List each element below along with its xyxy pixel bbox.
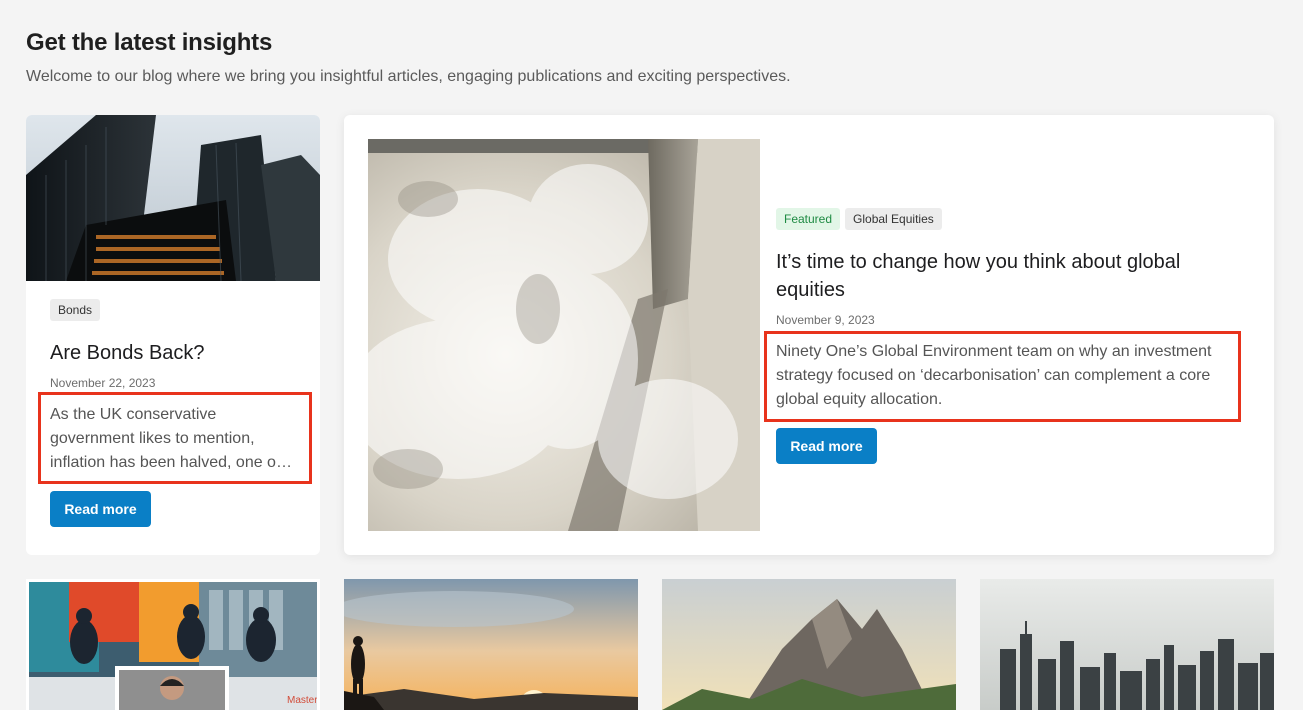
title-line: equities — [776, 279, 845, 301]
dam-waterfall-image — [368, 139, 760, 531]
title-line: It’s time to change how you think about … — [776, 251, 1181, 273]
article-card[interactable] — [980, 579, 1274, 710]
tag-bonds[interactable]: Bonds — [50, 299, 101, 321]
page-subtitle: Welcome to our blog where we bring you i… — [26, 68, 791, 85]
article-date: November 22, 2023 — [50, 376, 156, 390]
highlight-box — [38, 392, 312, 484]
studio-sign-text: Masterclass — [287, 695, 317, 706]
article-card[interactable]: Masterclass — [26, 579, 320, 710]
article-card[interactable] — [344, 579, 638, 710]
article-title[interactable]: It’s time to change how you think about … — [776, 248, 1236, 304]
read-more-button[interactable]: Read more — [50, 491, 151, 527]
sunset-hiker-image — [344, 579, 638, 710]
read-more-button[interactable]: Read more — [776, 428, 877, 464]
highlight-box — [764, 331, 1241, 422]
article-card-bonds[interactable]: Bonds Are Bonds Back? November 22, 2023 … — [26, 115, 320, 555]
article-card[interactable] — [662, 579, 956, 710]
tag-featured[interactable]: Featured — [776, 208, 841, 230]
tag-list: Featured Global Equities — [776, 208, 947, 230]
tv-studio-image: Masterclass — [29, 582, 317, 710]
article-card-featured[interactable]: Featured Global Equities It’s time to cha… — [344, 115, 1274, 555]
article-date: November 9, 2023 — [776, 313, 875, 327]
tag-global-equities[interactable]: Global Equities — [845, 208, 942, 230]
blog-page: Get the latest insights Welcome to our b… — [0, 0, 1303, 710]
mountain-peaks-image — [662, 579, 956, 710]
page-title: Get the latest insights — [26, 29, 273, 56]
skyscrapers-image — [26, 115, 320, 281]
article-title[interactable]: Are Bonds Back? — [50, 339, 205, 367]
city-skyline-image — [980, 579, 1274, 710]
tag-list: Bonds — [50, 299, 105, 321]
